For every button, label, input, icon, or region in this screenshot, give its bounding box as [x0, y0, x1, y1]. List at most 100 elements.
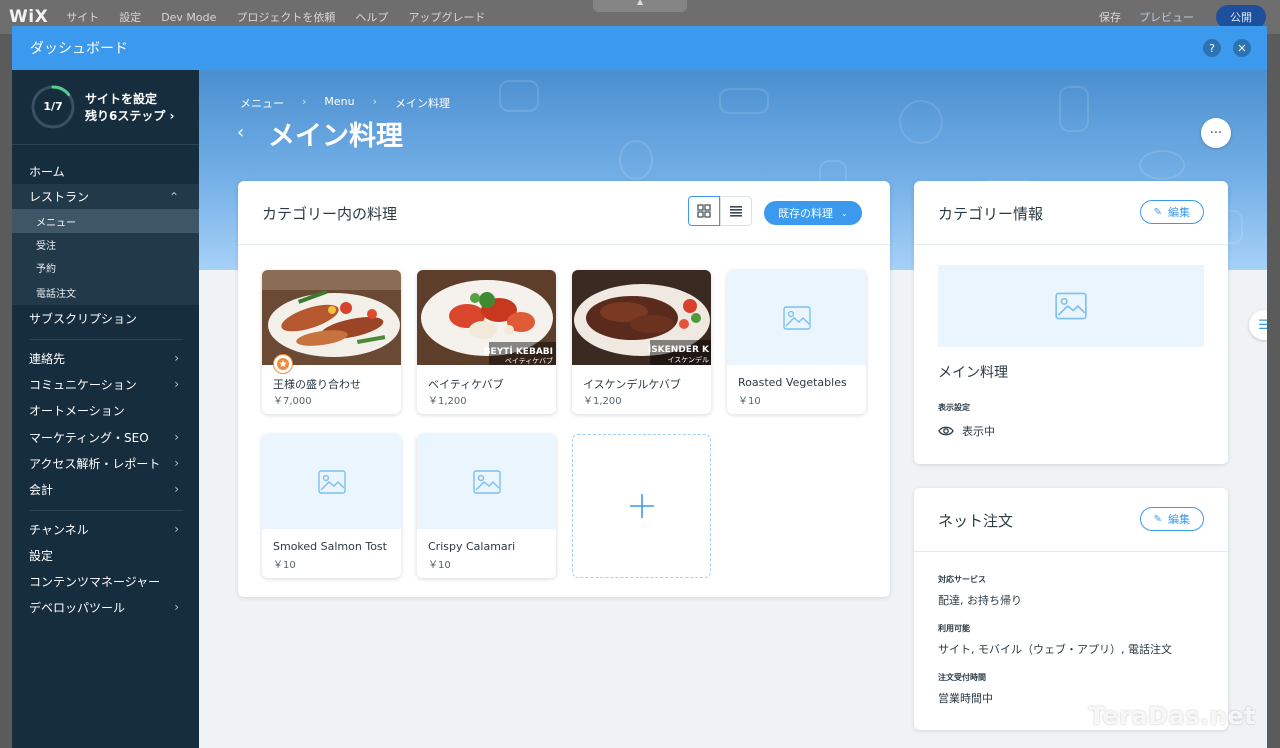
- side-panel-handle-icon[interactable]: ☰: [1249, 310, 1267, 340]
- setup-remaining-steps[interactable]: 残り6ステップ ›: [85, 107, 174, 124]
- dish-photo-image: BEYTİ KEBABI ベイティケバブ: [417, 270, 556, 365]
- sidebar-item-label: デベロッパツール: [29, 600, 126, 615]
- dish-card[interactable]: İSKENDER K イスケンデル イスケンデルケバブ ￥1,200: [572, 270, 711, 414]
- category-image-placeholder[interactable]: [938, 265, 1204, 347]
- breadcrumb: メニュー › Menu › メイン料理: [240, 95, 450, 111]
- sidebar-item-label: 会計: [29, 482, 54, 497]
- food-pattern-icon: [1059, 86, 1089, 132]
- dish-card[interactable]: BEYTİ KEBABI ベイティケバブ ベイティケバブ ￥1,200: [417, 270, 556, 414]
- sidebar-divider: [29, 510, 183, 511]
- dashboard-modal: ダッシュボード ? ✕ 1/7 サイトを設定 残り6ステップ › ホーム レスト…: [12, 26, 1267, 748]
- card-title: カテゴリー内の料理: [262, 205, 398, 223]
- sidebar-item-home[interactable]: ホーム: [12, 160, 199, 182]
- top-notch[interactable]: ▲: [593, 0, 687, 12]
- list-view-button[interactable]: [720, 196, 752, 226]
- watermark: TeraDas.net: [1088, 702, 1256, 730]
- beyti-overlay-subtext: ベイティケバブ: [505, 356, 553, 365]
- sidebar: 1/7 サイトを設定 残り6ステップ › ホーム レストラン ⌃ メニュー 受注…: [12, 70, 199, 748]
- sidebar-subitem-phone-orders[interactable]: 電話注文: [12, 279, 199, 305]
- service-types-label: 対応サービス: [938, 575, 986, 584]
- sidebar-subitem-orders[interactable]: 受注: [12, 233, 199, 256]
- chevron-right-icon: ›: [174, 351, 179, 365]
- sidebar-item-label: チャンネル: [29, 522, 89, 537]
- topbar-menu-hire[interactable]: プロジェクトを依頼: [236, 9, 335, 25]
- dish-price: ￥10: [428, 560, 451, 571]
- image-placeholder-icon: [1055, 292, 1087, 320]
- dishes-card: カテゴリー内の料理 既存の料理 ⌄ 王様の盛り合わせ ￥7,000 BEYTİ …: [238, 181, 890, 597]
- availability-value: サイト, モバイル（ウェブ・アプリ）, 電話注文: [938, 643, 1172, 656]
- chevron-right-icon: ›: [174, 600, 179, 614]
- sidebar-item-subscriptions[interactable]: サブスクリプション: [12, 307, 199, 329]
- sidebar-subitem-label: 予約: [36, 264, 56, 275]
- sidebar-item-automations[interactable]: オートメーション: [12, 399, 199, 421]
- setup-title[interactable]: サイトを設定: [85, 90, 157, 107]
- dish-card[interactable]: Crispy Calamari ￥10: [417, 434, 556, 578]
- sidebar-subitem-reservations[interactable]: 予約: [12, 256, 199, 279]
- breadcrumb-menu-en[interactable]: Menu: [324, 95, 354, 111]
- order-hours-value: 営業時間中: [938, 692, 993, 705]
- sidebar-item-content-manager[interactable]: コンテンツマネージャー: [12, 570, 199, 592]
- sidebar-item-label: ホーム: [29, 164, 65, 179]
- sidebar-item-label: オートメーション: [29, 403, 125, 418]
- sidebar-item-developer-tools[interactable]: デベロッパツール ›: [12, 596, 199, 618]
- chevron-right-icon: ›: [174, 430, 179, 444]
- food-pattern-icon: [719, 88, 769, 114]
- chevron-right-icon: ›: [174, 377, 179, 391]
- sidebar-item-marketing-seo[interactable]: マーケティング・SEO ›: [12, 426, 199, 448]
- more-actions-button[interactable]: ···: [1201, 118, 1231, 148]
- help-button[interactable]: ?: [1203, 39, 1221, 57]
- save-button[interactable]: 保存: [1099, 9, 1121, 25]
- sidebar-item-label: 連絡先: [29, 351, 66, 366]
- dish-photo-placeholder: [417, 434, 556, 529]
- edit-label: 編集: [1168, 513, 1190, 526]
- sidebar-item-label: レストラン: [29, 190, 90, 204]
- setup-progress-text: 1/7: [43, 100, 63, 113]
- breadcrumb-current: メイン料理: [395, 97, 451, 110]
- category-name: メイン料理: [938, 365, 1008, 381]
- chevron-right-icon: ›: [174, 522, 179, 536]
- sidebar-item-contacts[interactable]: 連絡先 ›: [12, 347, 199, 369]
- sidebar-item-restaurant[interactable]: レストラン ⌃: [12, 184, 199, 209]
- topbar-menu-help[interactable]: ヘルプ: [355, 9, 388, 25]
- close-button[interactable]: ✕: [1233, 39, 1251, 57]
- card-header: カテゴリー情報 ✎ 編集: [914, 181, 1228, 245]
- beyti-overlay-text: BEYTİ KEBABI: [484, 346, 553, 357]
- dish-name: Roasted Vegetables: [738, 376, 847, 389]
- sidebar-divider: [29, 339, 183, 340]
- topbar-menu-upgrade[interactable]: アップグレード: [408, 9, 485, 25]
- main-content: メニュー › Menu › メイン料理 ‹ メイン料理 ··· ☰ カテゴリー内…: [199, 70, 1267, 748]
- existing-dishes-button[interactable]: 既存の料理 ⌄: [764, 201, 862, 225]
- sidebar-item-accounting[interactable]: 会計 ›: [12, 478, 199, 500]
- display-status-text: 表示中: [962, 425, 995, 438]
- plus-icon: [629, 494, 654, 518]
- dish-card[interactable]: Roasted Vegetables ￥10: [727, 270, 866, 414]
- dish-photo-image: [262, 270, 401, 365]
- breadcrumb-chevron-icon: ›: [372, 95, 378, 108]
- sidebar-item-label: コミュニケーション: [29, 377, 137, 392]
- card-title: カテゴリー情報: [938, 205, 1044, 223]
- edit-online-ordering-button[interactable]: ✎ 編集: [1139, 507, 1204, 531]
- dish-price: ￥10: [273, 560, 296, 571]
- preview-button[interactable]: プレビュー: [1139, 9, 1194, 25]
- back-arrow-icon[interactable]: ‹: [237, 122, 244, 143]
- iskender-overlay-subtext: イスケンデル: [667, 355, 709, 364]
- edit-label: 編集: [1168, 206, 1190, 219]
- edit-category-button[interactable]: ✎ 編集: [1139, 200, 1204, 224]
- breadcrumb-menu[interactable]: メニュー: [240, 95, 284, 111]
- topbar-menu-settings[interactable]: 設定: [119, 9, 141, 25]
- sidebar-item-settings[interactable]: 設定: [12, 544, 199, 566]
- sidebar-item-communications[interactable]: コミュニケーション ›: [12, 373, 199, 395]
- dish-card[interactable]: Smoked Salmon Tost ￥10: [262, 434, 401, 578]
- dish-price: ￥7,000: [273, 396, 312, 407]
- topbar-menu-devmode[interactable]: Dev Mode: [161, 11, 216, 24]
- grid-view-button[interactable]: [688, 196, 720, 226]
- setup-progress-ring[interactable]: 1/7: [30, 84, 76, 130]
- iskender-overlay-text: İSKENDER K: [648, 344, 710, 355]
- sidebar-item-channels[interactable]: チャンネル ›: [12, 518, 199, 540]
- topbar-menu-site[interactable]: サイト: [66, 9, 99, 25]
- dish-card[interactable]: 王様の盛り合わせ ￥7,000: [262, 270, 401, 414]
- display-settings-label: 表示設定: [938, 403, 970, 412]
- add-dish-button[interactable]: [572, 434, 711, 578]
- sidebar-subitem-menu[interactable]: メニュー: [12, 209, 199, 233]
- sidebar-item-analytics[interactable]: アクセス解析・レポート ›: [12, 452, 199, 474]
